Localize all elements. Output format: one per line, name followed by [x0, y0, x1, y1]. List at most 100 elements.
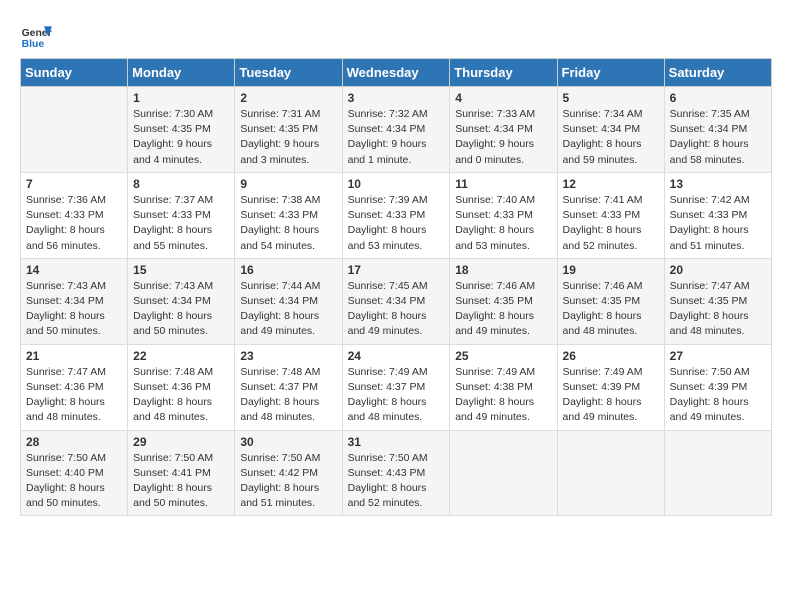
day-info: Sunrise: 7:48 AM Sunset: 4:37 PM Dayligh…: [240, 365, 336, 426]
calendar-cell: 27Sunrise: 7:50 AM Sunset: 4:39 PM Dayli…: [664, 344, 771, 430]
day-info: Sunrise: 7:32 AM Sunset: 4:34 PM Dayligh…: [348, 107, 445, 168]
svg-text:Blue: Blue: [22, 39, 45, 50]
calendar-cell: 23 Sunrise: 7:48 AM Sunset: 4:37 PM Dayli…: [235, 344, 342, 430]
calendar-cell: 13 Sunrise: 7:42 AM Sunset: 4:33 PM Dayli…: [664, 172, 771, 258]
day-number: 30: [240, 435, 336, 449]
day-number: 1: [133, 91, 229, 105]
week-row-5: 28 Sunrise: 7:50 AM Sunset: 4:40 PM Dayli…: [21, 430, 772, 516]
weekday-header-row: SundayMondayTuesdayWednesdayThursdayFrid…: [21, 59, 772, 87]
day-number: 8: [133, 177, 229, 191]
logo-icon: General Blue: [20, 20, 52, 52]
day-info: Sunrise: 7:48 AM Sunset: 4:36 PM Dayligh…: [133, 365, 229, 426]
day-info: Sunrise: 7:33 AM Sunset: 4:34 PM Dayligh…: [455, 107, 551, 168]
day-info: Sunrise: 7:38 AM Sunset: 4:33 PM Dayligh…: [240, 193, 336, 254]
calendar-cell: 3 Sunrise: 7:32 AM Sunset: 4:34 PM Daylig…: [342, 87, 450, 173]
calendar-cell: 31Sunrise: 7:50 AM Sunset: 4:43 PM Dayli…: [342, 430, 450, 516]
day-number: 9: [240, 177, 336, 191]
calendar-cell: [450, 430, 557, 516]
day-number: 17: [348, 263, 445, 277]
day-info: Sunrise: 7:39 AM Sunset: 4:33 PM Dayligh…: [348, 193, 445, 254]
calendar-cell: 5Sunrise: 7:34 AM Sunset: 4:34 PM Daylig…: [557, 87, 664, 173]
calendar-cell: 18 Sunrise: 7:46 AM Sunset: 4:35 PM Dayli…: [450, 258, 557, 344]
day-info: Sunrise: 7:30 AM Sunset: 4:35 PM Dayligh…: [133, 107, 229, 168]
calendar-cell: 1 Sunrise: 7:30 AM Sunset: 4:35 PM Daylig…: [128, 87, 235, 173]
page-header: General Blue: [20, 20, 772, 52]
day-info: Sunrise: 7:44 AM Sunset: 4:34 PM Dayligh…: [240, 279, 336, 340]
day-number: 29: [133, 435, 229, 449]
day-number: 20: [670, 263, 766, 277]
day-info: Sunrise: 7:45 AM Sunset: 4:34 PM Dayligh…: [348, 279, 445, 340]
calendar-cell: 15 Sunrise: 7:43 AM Sunset: 4:34 PM Dayli…: [128, 258, 235, 344]
day-number: 24: [348, 349, 445, 363]
calendar-cell: 4 Sunrise: 7:33 AM Sunset: 4:34 PM Daylig…: [450, 87, 557, 173]
calendar-cell: 29 Sunrise: 7:50 AM Sunset: 4:41 PM Dayli…: [128, 430, 235, 516]
day-info: Sunrise: 7:46 AM Sunset: 4:35 PM Dayligh…: [563, 279, 659, 340]
day-info: Sunrise: 7:47 AM Sunset: 4:36 PM Dayligh…: [26, 365, 122, 426]
day-number: 3: [348, 91, 445, 105]
calendar-cell: 19Sunrise: 7:46 AM Sunset: 4:35 PM Dayli…: [557, 258, 664, 344]
calendar-cell: [557, 430, 664, 516]
day-info: Sunrise: 7:46 AM Sunset: 4:35 PM Dayligh…: [455, 279, 551, 340]
weekday-header-tuesday: Tuesday: [235, 59, 342, 87]
weekday-header-monday: Monday: [128, 59, 235, 87]
week-row-1: 1 Sunrise: 7:30 AM Sunset: 4:35 PM Daylig…: [21, 87, 772, 173]
calendar-cell: 22 Sunrise: 7:48 AM Sunset: 4:36 PM Dayli…: [128, 344, 235, 430]
day-info: Sunrise: 7:35 AM Sunset: 4:34 PM Dayligh…: [670, 107, 766, 168]
day-info: Sunrise: 7:41 AM Sunset: 4:33 PM Dayligh…: [563, 193, 659, 254]
calendar-cell: 12Sunrise: 7:41 AM Sunset: 4:33 PM Dayli…: [557, 172, 664, 258]
day-number: 23: [240, 349, 336, 363]
day-info: Sunrise: 7:31 AM Sunset: 4:35 PM Dayligh…: [240, 107, 336, 168]
day-number: 15: [133, 263, 229, 277]
day-info: Sunrise: 7:36 AM Sunset: 4:33 PM Dayligh…: [26, 193, 122, 254]
day-number: 25: [455, 349, 551, 363]
calendar-cell: 25Sunrise: 7:49 AM Sunset: 4:38 PM Dayli…: [450, 344, 557, 430]
calendar-cell: 14Sunrise: 7:43 AM Sunset: 4:34 PM Dayli…: [21, 258, 128, 344]
day-number: 31: [348, 435, 445, 449]
calendar-cell: 16 Sunrise: 7:44 AM Sunset: 4:34 PM Dayli…: [235, 258, 342, 344]
calendar-cell: 28 Sunrise: 7:50 AM Sunset: 4:40 PM Dayli…: [21, 430, 128, 516]
calendar-table: SundayMondayTuesdayWednesdayThursdayFrid…: [20, 58, 772, 516]
day-info: Sunrise: 7:50 AM Sunset: 4:40 PM Dayligh…: [26, 451, 122, 512]
day-number: 28: [26, 435, 122, 449]
calendar-cell: 24 Sunrise: 7:49 AM Sunset: 4:37 PM Dayli…: [342, 344, 450, 430]
weekday-header-saturday: Saturday: [664, 59, 771, 87]
day-number: 5: [563, 91, 659, 105]
day-info: Sunrise: 7:49 AM Sunset: 4:37 PM Dayligh…: [348, 365, 445, 426]
calendar-cell: 26 Sunrise: 7:49 AM Sunset: 4:39 PM Dayli…: [557, 344, 664, 430]
day-number: 10: [348, 177, 445, 191]
day-info: Sunrise: 7:40 AM Sunset: 4:33 PM Dayligh…: [455, 193, 551, 254]
calendar-cell: 8 Sunrise: 7:37 AM Sunset: 4:33 PM Daylig…: [128, 172, 235, 258]
day-number: 13: [670, 177, 766, 191]
calendar-cell: 30Sunrise: 7:50 AM Sunset: 4:42 PM Dayli…: [235, 430, 342, 516]
calendar-cell: [21, 87, 128, 173]
day-info: Sunrise: 7:49 AM Sunset: 4:39 PM Dayligh…: [563, 365, 659, 426]
calendar-cell: 17 Sunrise: 7:45 AM Sunset: 4:34 PM Dayli…: [342, 258, 450, 344]
day-number: 26: [563, 349, 659, 363]
week-row-2: 7 Sunrise: 7:36 AM Sunset: 4:33 PM Daylig…: [21, 172, 772, 258]
calendar-cell: 21 Sunrise: 7:47 AM Sunset: 4:36 PM Dayli…: [21, 344, 128, 430]
day-number: 11: [455, 177, 551, 191]
day-number: 14: [26, 263, 122, 277]
logo: General Blue: [20, 20, 56, 52]
day-info: Sunrise: 7:42 AM Sunset: 4:33 PM Dayligh…: [670, 193, 766, 254]
calendar-cell: 20 Sunrise: 7:47 AM Sunset: 4:35 PM Dayli…: [664, 258, 771, 344]
day-number: 27: [670, 349, 766, 363]
calendar-cell: [664, 430, 771, 516]
day-number: 22: [133, 349, 229, 363]
day-number: 4: [455, 91, 551, 105]
day-number: 2: [240, 91, 336, 105]
weekday-header-wednesday: Wednesday: [342, 59, 450, 87]
day-number: 7: [26, 177, 122, 191]
day-info: Sunrise: 7:37 AM Sunset: 4:33 PM Dayligh…: [133, 193, 229, 254]
weekday-header-friday: Friday: [557, 59, 664, 87]
day-info: Sunrise: 7:47 AM Sunset: 4:35 PM Dayligh…: [670, 279, 766, 340]
day-info: Sunrise: 7:43 AM Sunset: 4:34 PM Dayligh…: [133, 279, 229, 340]
calendar-cell: 11 Sunrise: 7:40 AM Sunset: 4:33 PM Dayli…: [450, 172, 557, 258]
calendar-cell: 7 Sunrise: 7:36 AM Sunset: 4:33 PM Daylig…: [21, 172, 128, 258]
day-info: Sunrise: 7:50 AM Sunset: 4:41 PM Dayligh…: [133, 451, 229, 512]
day-number: 6: [670, 91, 766, 105]
day-number: 21: [26, 349, 122, 363]
week-row-4: 21 Sunrise: 7:47 AM Sunset: 4:36 PM Dayli…: [21, 344, 772, 430]
day-number: 16: [240, 263, 336, 277]
day-number: 18: [455, 263, 551, 277]
